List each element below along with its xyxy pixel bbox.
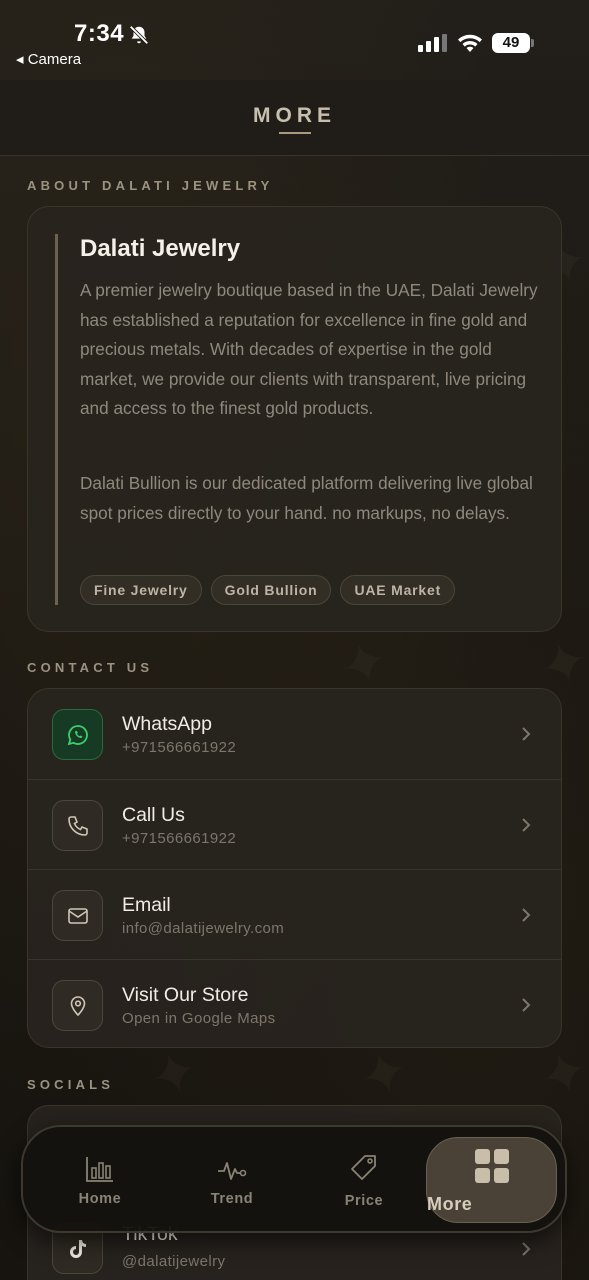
battery-tip <box>531 39 534 47</box>
contact-title: Visit Our Store <box>122 984 249 1006</box>
social-subtitle: @dalatijewelry <box>122 1253 226 1270</box>
contact-card: WhatsApp +971566661922 Call Us +97156666… <box>27 688 562 1048</box>
about-paragraph: A premier jewelry boutique based in the … <box>80 280 538 418</box>
contact-subtitle: +971566661922 <box>122 739 237 756</box>
tag-uae-market: UAE Market <box>340 575 456 605</box>
contact-row-call[interactable]: Call Us +971566661922 <box>28 779 561 869</box>
battery-indicator: 49 <box>492 33 530 53</box>
back-label: Camera <box>27 51 82 68</box>
contact-subtitle: +971566661922 <box>122 830 237 847</box>
mail-icon <box>67 907 88 924</box>
mail-icon-box <box>52 890 103 941</box>
about-title: Dalati Jewelry <box>80 235 241 262</box>
page-header: MORE <box>0 80 589 156</box>
contact-title: Call Us <box>122 804 185 826</box>
bottom-tab-bar: Home Trend Price More <box>21 1125 567 1233</box>
about-accent-bar <box>55 234 58 605</box>
map-pin-icon-box <box>52 980 103 1031</box>
page-title: MORE <box>253 104 336 127</box>
tab-label: Trend <box>210 1191 254 1207</box>
contact-title: WhatsApp <box>122 713 212 735</box>
chevron-right-icon <box>522 998 531 1012</box>
grid-icon <box>475 1149 509 1183</box>
map-pin-icon <box>70 995 85 1016</box>
tab-label: More <box>427 1194 473 1214</box>
contact-section-label: CONTACT US <box>27 660 154 675</box>
about-card: Dalati Jewelry A premier jewelry boutiqu… <box>27 206 562 632</box>
tag-icon <box>351 1155 376 1180</box>
about-tags: Fine Jewelry Gold Bullion UAE Market <box>80 575 456 605</box>
phone-icon-box <box>52 800 103 851</box>
about-paragraph: Dalati Bullion is our dedicated platform… <box>80 473 533 523</box>
cellular-signal-icon <box>418 34 447 52</box>
socials-section-label: SOCIALS <box>27 1077 115 1092</box>
chevron-right-icon <box>522 908 531 922</box>
contact-subtitle: Open in Google Maps <box>122 1010 276 1027</box>
contact-row-whatsapp[interactable]: WhatsApp +971566661922 <box>28 689 561 779</box>
chevron-right-icon <box>522 1242 531 1256</box>
tiktok-icon <box>69 1239 86 1258</box>
contact-row-store[interactable]: Visit Our Store Open in Google Maps <box>28 959 561 1047</box>
tag-fine-jewelry: Fine Jewelry <box>80 575 202 605</box>
pulse-icon <box>218 1162 247 1180</box>
tab-price[interactable]: Price <box>299 1127 429 1231</box>
back-to-camera-link[interactable]: ◂ Camera <box>16 50 81 68</box>
contact-subtitle: info@dalatijewelry.com <box>122 920 285 937</box>
tab-trend[interactable]: Trend <box>167 1127 297 1231</box>
tag-gold-bullion: Gold Bullion <box>210 575 332 605</box>
tab-more[interactable]: More <box>426 1137 557 1223</box>
bell-muted-icon <box>129 25 149 45</box>
tab-label: Home <box>78 1191 122 1207</box>
bar-chart-icon <box>86 1157 113 1182</box>
phone-icon <box>67 815 88 836</box>
status-bar: 7:34 ◂ Camera 49 <box>0 0 589 80</box>
chevron-right-icon <box>522 727 531 741</box>
chevron-right-icon <box>522 818 531 832</box>
contact-row-email[interactable]: Email info@dalatijewelry.com <box>28 869 561 959</box>
status-time: 7:34 <box>74 20 125 47</box>
wifi-icon <box>458 34 482 52</box>
contact-title: Email <box>122 894 171 916</box>
whatsapp-icon-box <box>52 709 103 760</box>
tab-home[interactable]: Home <box>35 1127 165 1231</box>
about-section-label: ABOUT DALATI JEWELRY <box>27 178 274 193</box>
whatsapp-icon <box>67 724 88 745</box>
title-underline <box>279 132 311 134</box>
tab-label: Price <box>344 1193 384 1209</box>
